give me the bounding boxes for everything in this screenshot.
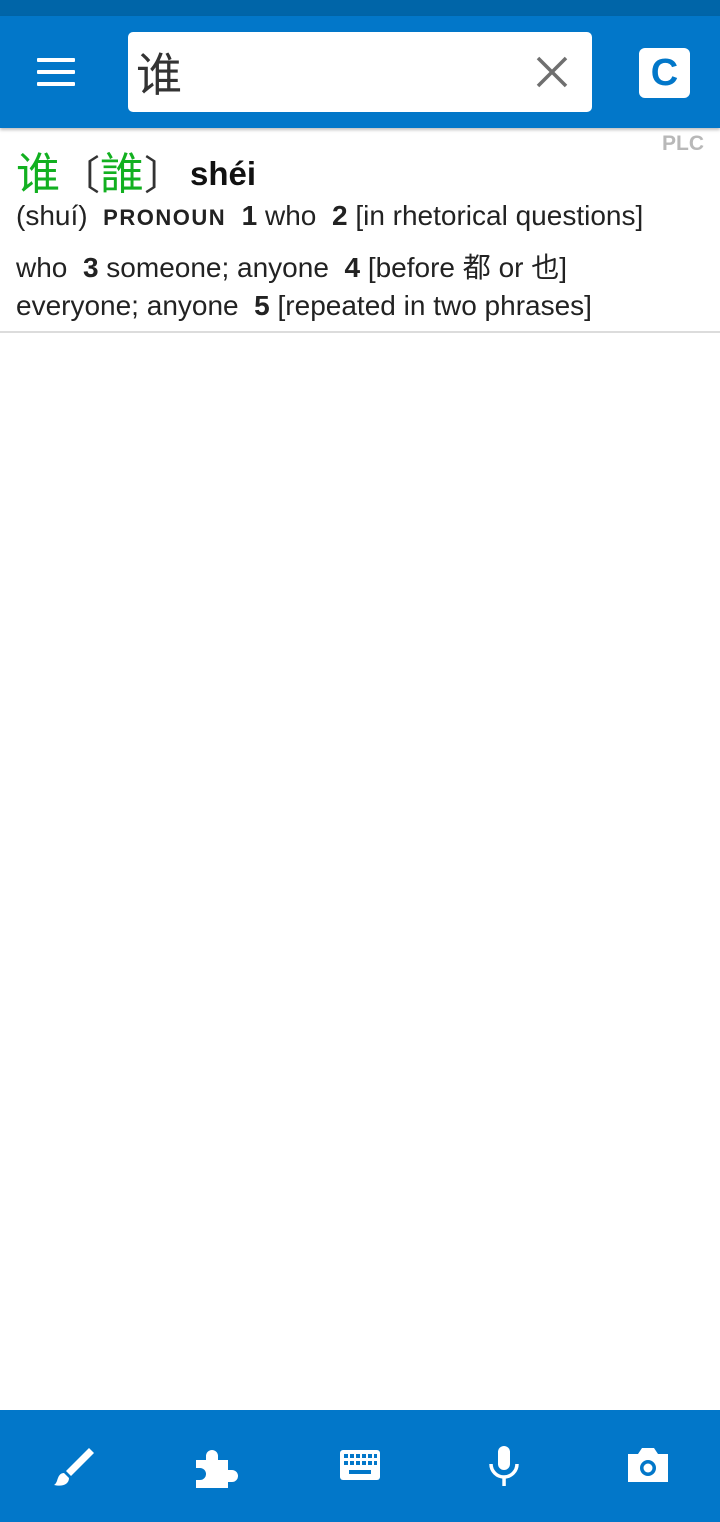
sense-text: someone; anyone	[106, 252, 329, 283]
keyboard-icon	[340, 1450, 380, 1480]
search-box	[128, 32, 592, 112]
search-input[interactable]	[136, 38, 506, 106]
camera-ocr-button[interactable]	[620, 1438, 676, 1494]
chinese-character-link[interactable]: 都	[463, 251, 491, 284]
sense-text: everyone; anyone	[16, 290, 239, 321]
sense-text: [repeated in two phrases]	[277, 290, 592, 321]
sense-number: 4	[344, 252, 361, 283]
addons-button[interactable]	[188, 1438, 244, 1494]
close-icon	[536, 56, 568, 88]
voice-input-button[interactable]	[476, 1438, 532, 1494]
definition-line-1: (shuí) PRONOUN 1 who 2 [in rhetorical qu…	[16, 200, 643, 232]
headword-traditional: 誰	[100, 149, 144, 200]
menu-icon	[37, 58, 75, 62]
camera-icon	[628, 1448, 668, 1482]
dictionary-entry[interactable]: PLC 谁〔誰〕 shéi (shuí) PRONOUN 1 who 2 [in …	[0, 128, 720, 333]
brush-icon	[54, 1448, 94, 1486]
pinyin-variant: (shuí)	[16, 200, 88, 231]
headword-simplified: 谁	[16, 149, 60, 200]
part-of-speech: PRONOUN	[103, 205, 227, 230]
sense-number: 5	[254, 290, 270, 321]
bracket-close: 〕	[144, 153, 184, 199]
headword: 谁〔誰〕 shéi	[16, 138, 257, 200]
menu-button[interactable]	[22, 42, 90, 102]
keyboard-button[interactable]	[332, 1438, 388, 1494]
bracket-open: 〔	[60, 153, 100, 199]
sense-text: who	[265, 200, 317, 231]
definition-line-3: everyone; anyone 5 [repeated in two phra…	[16, 290, 592, 322]
definition-line-2: who 3 someone; anyone 4 [before 都 or 也]	[16, 246, 567, 286]
handwriting-button[interactable]	[44, 1438, 100, 1494]
status-bar	[0, 0, 720, 16]
clear-search-button[interactable]	[532, 52, 572, 92]
bottom-toolbar	[0, 1410, 720, 1522]
menu-icon-bar	[37, 70, 75, 74]
source-label: PLC	[662, 132, 704, 155]
sense-text: who	[16, 252, 68, 283]
menu-icon-bar	[37, 82, 75, 86]
sense-text: [in rhetorical questions]	[355, 200, 644, 231]
sense-number: 1	[241, 200, 258, 231]
sense-text: ]	[559, 252, 568, 283]
sense-number: 2	[331, 200, 348, 231]
chinese-character-link[interactable]: 也	[531, 251, 559, 284]
sense-text: or	[498, 252, 524, 283]
sense-number: 3	[82, 252, 99, 283]
sense-text: [before	[367, 252, 455, 283]
dictionary-mode-button[interactable]: C	[639, 48, 690, 98]
top-app-bar: C	[0, 16, 720, 128]
puzzle-icon	[196, 1450, 238, 1488]
headword-pinyin: shéi	[190, 155, 257, 192]
microphone-icon	[489, 1446, 519, 1486]
